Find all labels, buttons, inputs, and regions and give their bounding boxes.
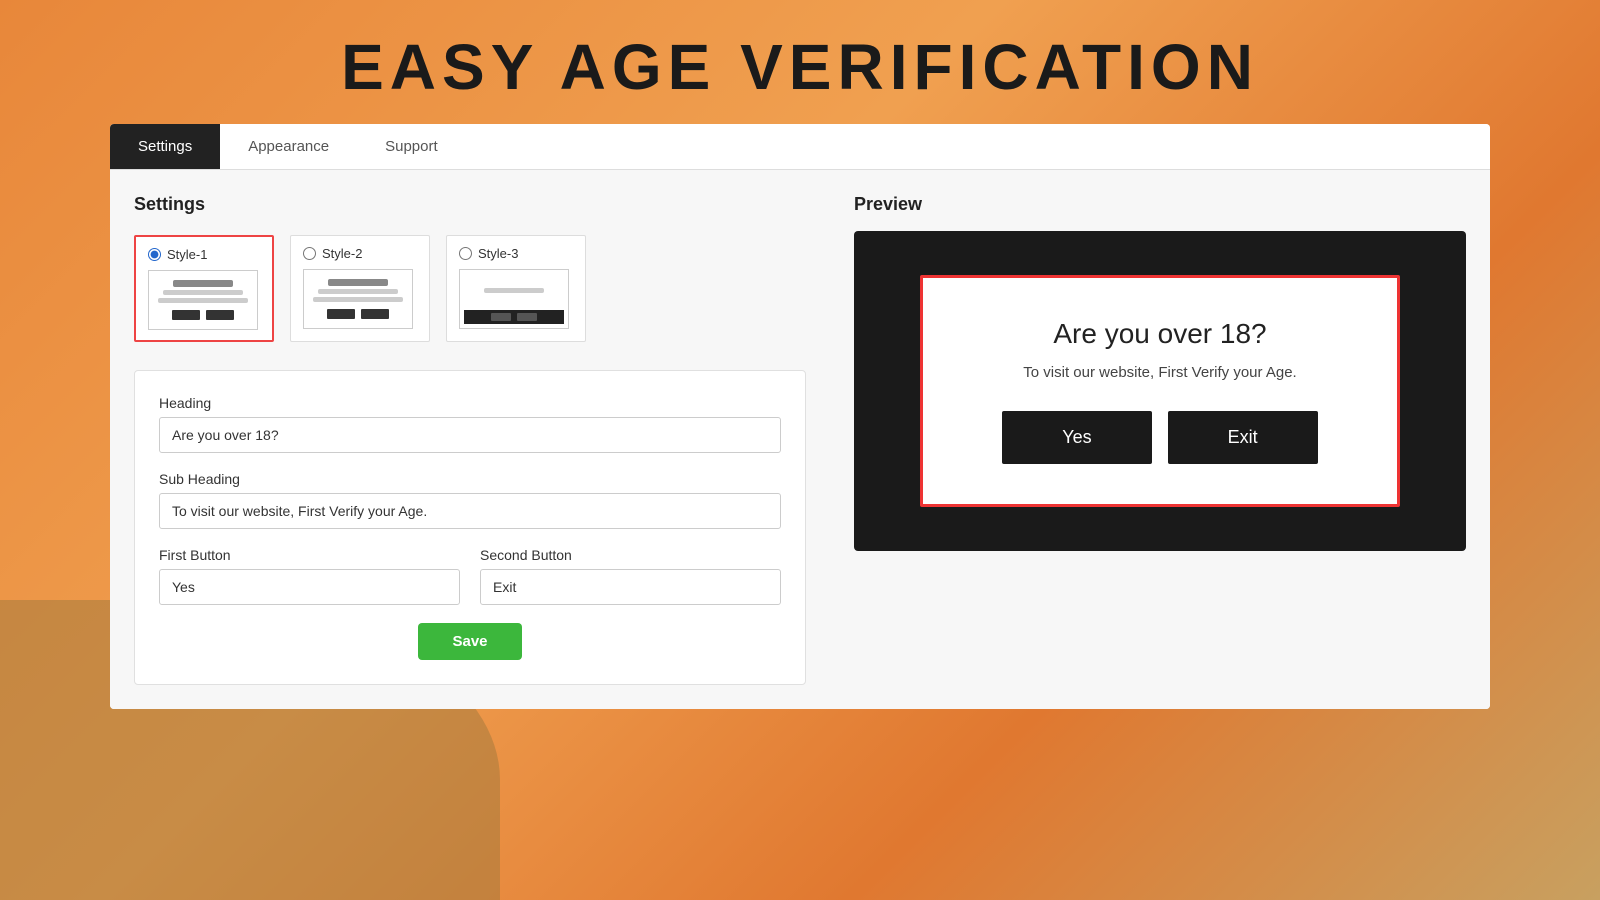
style-1-radio[interactable]: [148, 248, 161, 261]
settings-form: Heading Sub Heading First Button Second …: [134, 370, 806, 685]
style-option-2[interactable]: Style-2: [290, 235, 430, 342]
save-btn-wrapper: Save: [159, 623, 781, 660]
preview-container: Are you over 18? To visit our website, F…: [854, 231, 1466, 551]
second-button-label: Second Button: [480, 547, 781, 563]
style-2-radio[interactable]: [303, 247, 316, 260]
tab-appearance[interactable]: Appearance: [220, 124, 357, 169]
style-3-label[interactable]: Style-3: [459, 246, 518, 261]
preview-modal-subheading: To visit our website, First Verify your …: [973, 364, 1347, 381]
first-button-input[interactable]: [159, 569, 460, 605]
first-button-label: First Button: [159, 547, 460, 563]
settings-section-title: Settings: [134, 194, 806, 215]
preview-title: Preview: [854, 194, 1466, 215]
page-title: EASY AGE VERIFICATION: [0, 0, 1600, 124]
preview-modal: Are you over 18? To visit our website, F…: [920, 275, 1400, 507]
main-card: Settings Appearance Support Settings Sty…: [110, 124, 1490, 709]
style-option-3[interactable]: Style-3: [446, 235, 586, 342]
preview-exit-button[interactable]: Exit: [1168, 411, 1318, 464]
heading-group: Heading: [159, 395, 781, 453]
tab-settings[interactable]: Settings: [110, 124, 220, 169]
heading-input[interactable]: [159, 417, 781, 453]
style-selector: Style-1 Style-2: [134, 235, 806, 342]
tab-bar: Settings Appearance Support: [110, 124, 1490, 170]
first-button-group: First Button: [159, 547, 460, 605]
preview-yes-button[interactable]: Yes: [1002, 411, 1151, 464]
preview-panel: Preview Are you over 18? To visit our we…: [830, 170, 1490, 709]
tab-support[interactable]: Support: [357, 124, 466, 169]
second-button-input[interactable]: [480, 569, 781, 605]
subheading-input[interactable]: [159, 493, 781, 529]
style-option-1[interactable]: Style-1: [134, 235, 274, 342]
style-2-thumbnail: [303, 269, 413, 329]
style-2-label[interactable]: Style-2: [303, 246, 362, 261]
preview-modal-buttons: Yes Exit: [973, 411, 1347, 464]
save-button[interactable]: Save: [418, 623, 521, 660]
style-3-thumbnail: [459, 269, 569, 329]
preview-modal-heading: Are you over 18?: [973, 318, 1347, 350]
content-area: Settings Style-1: [110, 170, 1490, 709]
style-1-label[interactable]: Style-1: [148, 247, 207, 262]
style-3-radio[interactable]: [459, 247, 472, 260]
subheading-label: Sub Heading: [159, 471, 781, 487]
settings-panel: Settings Style-1: [110, 170, 830, 709]
style-1-thumbnail: [148, 270, 258, 330]
heading-label: Heading: [159, 395, 781, 411]
subheading-group: Sub Heading: [159, 471, 781, 529]
second-button-group: Second Button: [480, 547, 781, 605]
buttons-row: First Button Second Button: [159, 547, 781, 605]
